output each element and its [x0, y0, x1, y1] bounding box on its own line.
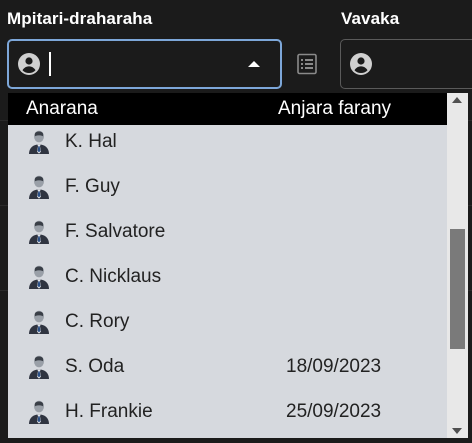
- text-caret: [49, 52, 51, 76]
- row-name: C. Nicklaus: [65, 266, 162, 287]
- assistant-combobox[interactable]: [7, 39, 282, 89]
- person-avatar-icon: [29, 130, 49, 154]
- dropdown-header: Anarana Anjara farany: [8, 93, 447, 125]
- caret-up-icon[interactable]: [248, 61, 260, 67]
- row-name: S. Oda: [65, 356, 125, 377]
- person-avatar-icon: [29, 220, 49, 244]
- person-avatar-icon: [29, 355, 49, 379]
- dropdown-rows: K. Hal F. Guy F. Salvatore C. Nicklaus C…: [8, 120, 447, 435]
- list-item[interactable]: H. Frankie 25/09/2023: [8, 390, 447, 435]
- list-item[interactable]: F. Salvatore: [8, 210, 447, 255]
- row-last-date: 18/09/2023: [286, 356, 382, 377]
- list-item[interactable]: C. Rory: [8, 300, 447, 345]
- row-name: F. Salvatore: [65, 221, 166, 242]
- scrollbar-thumb[interactable]: [450, 228, 465, 350]
- row-name: F. Guy: [65, 176, 120, 197]
- list-item[interactable]: C. Nicklaus: [8, 255, 447, 300]
- assistant-field-label: Mpitari-draharaha: [7, 9, 153, 28]
- list-item[interactable]: S. Oda 18/09/2023: [8, 345, 447, 390]
- account-circle-icon: [18, 53, 40, 75]
- row-name: H. Frankie: [65, 401, 153, 422]
- list-item[interactable]: F. Guy: [8, 165, 447, 210]
- column-header-last-date: Anjara farany: [278, 98, 392, 119]
- account-circle-icon: [350, 53, 372, 75]
- assistant-dropdown-list: K. Hal F. Guy F. Salvatore C. Nicklaus C…: [8, 93, 468, 438]
- person-avatar-icon: [29, 265, 49, 289]
- list-icon[interactable]: [295, 52, 319, 76]
- column-header-name: Anarana: [26, 98, 98, 119]
- person-avatar-icon: [29, 310, 49, 334]
- person-avatar-icon: [29, 400, 49, 424]
- prayer-combobox[interactable]: [340, 39, 472, 89]
- scroll-up-icon[interactable]: [452, 97, 462, 103]
- person-avatar-icon: [29, 175, 49, 199]
- list-item[interactable]: K. Hal: [8, 120, 447, 165]
- dropdown-scrollbar[interactable]: [447, 93, 468, 438]
- prayer-field-label: Vavaka: [341, 9, 400, 28]
- row-name: C. Rory: [65, 311, 130, 332]
- row-last-date: 25/09/2023: [286, 401, 382, 422]
- row-name: K. Hal: [65, 131, 117, 152]
- scroll-down-icon[interactable]: [452, 428, 462, 434]
